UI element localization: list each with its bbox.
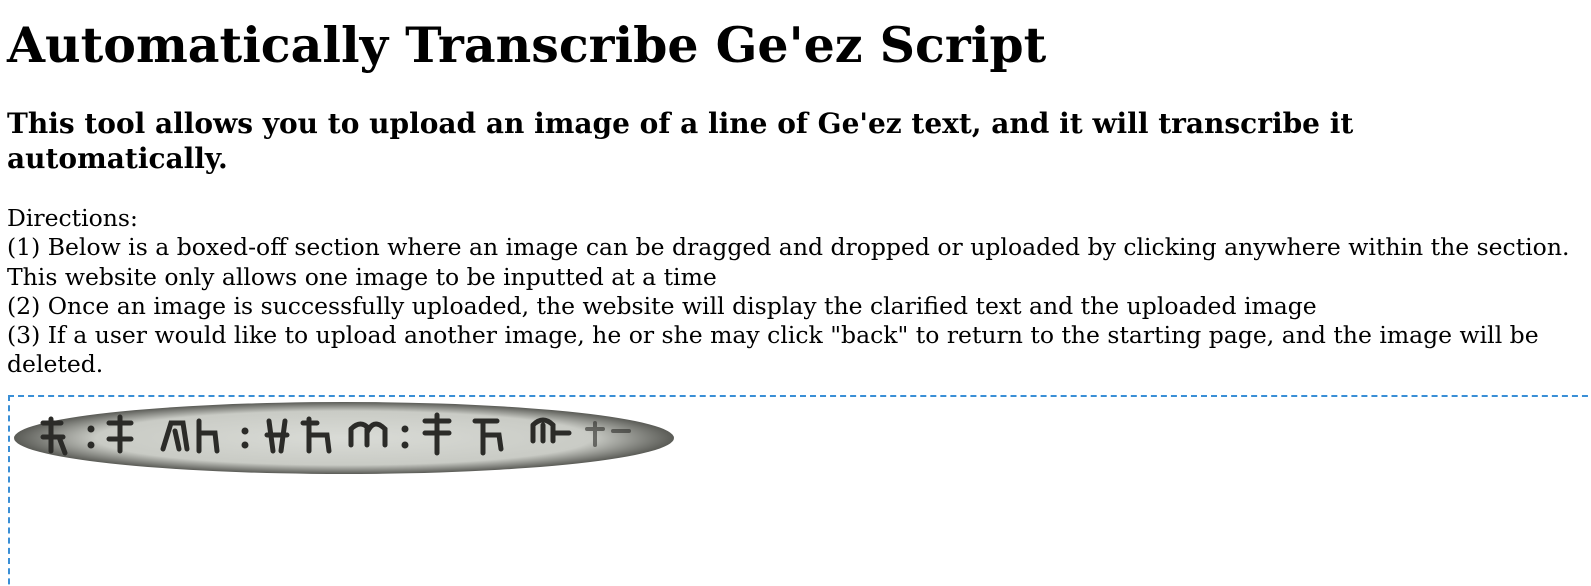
page-title: Automatically Transcribe Ge'ez Script	[7, 16, 1047, 74]
direction-step-3: (3) If a user would like to upload anoth…	[7, 321, 1539, 379]
direction-step-2: (2) Once an image is successfully upload…	[7, 291, 1317, 320]
page-subtitle: This tool allows you to upload an image …	[7, 107, 1354, 175]
directions-heading: Directions:	[7, 204, 138, 232]
direction-step-1: (1) Below is a boxed-off section where a…	[7, 233, 1570, 291]
uploaded-geez-image	[14, 402, 674, 474]
directions: Directions: (1) Below is a boxed-off sec…	[7, 204, 1587, 380]
image-upload-dropzone[interactable]	[8, 395, 1591, 586]
